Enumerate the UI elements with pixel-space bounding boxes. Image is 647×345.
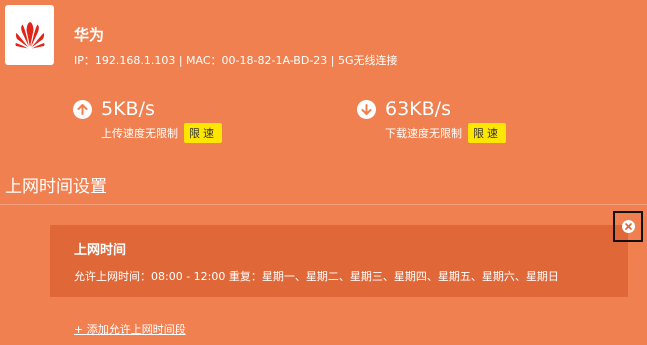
upload-speed-value: 5KB/s [101,98,155,120]
download-speed-value: 63KB/s [385,98,451,120]
device-info: IP：192.168.1.103 | MAC：00-18-82-1A-BD-23… [74,54,398,67]
section-divider [0,204,647,205]
huawei-logo-icon [15,22,44,49]
add-time-period-link[interactable]: + 添加允许上网时间段 [74,321,186,337]
section-title: 上网时间设置 [5,177,107,197]
upload-speed: 5KB/s 上传速度无限制 限速 [73,96,222,143]
time-rule-title: 上网时间 [74,243,127,258]
upload-speed-label: 上传速度无限制 [101,127,178,140]
download-speed: 63KB/s 下载速度无限制 限速 [357,96,506,143]
device-logo [5,5,54,65]
download-limit-button[interactable]: 限速 [468,123,506,143]
device-name: 华为 [74,26,105,44]
delete-rule-button[interactable] [613,211,643,242]
upload-limit-button[interactable]: 限速 [184,123,222,143]
close-icon [621,220,635,233]
time-rule-detail: 允许上网时间：08:00 - 12:00 重复：星期一、星期二、星期三、星期四、… [74,270,559,283]
arrow-up-icon [73,100,92,119]
time-rule-card: 上网时间 允许上网时间：08:00 - 12:00 重复：星期一、星期二、星期三… [50,225,628,297]
arrow-down-icon [357,100,376,119]
download-speed-label: 下载速度无限制 [385,127,462,140]
